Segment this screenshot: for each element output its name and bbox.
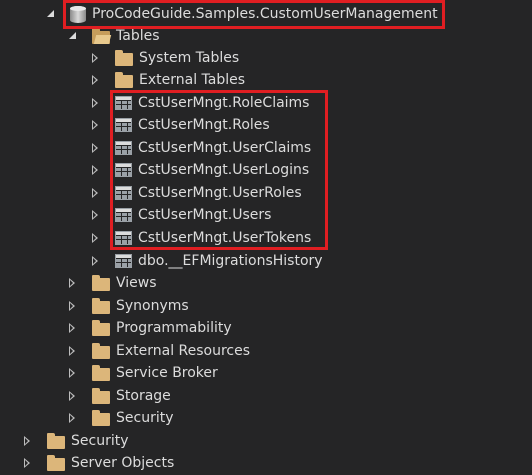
expand-arrow-icon[interactable] — [46, 8, 56, 20]
external-resources-folder-node[interactable]: External Resources — [68, 340, 250, 362]
collapse-arrow-icon[interactable] — [68, 367, 78, 379]
collapse-arrow-icon[interactable] — [23, 435, 33, 447]
collapse-arrow-icon[interactable] — [91, 119, 101, 131]
table-node-userlogins[interactable]: CstUserMngt.UserLogins — [91, 159, 309, 181]
expand-arrow-icon[interactable] — [68, 30, 78, 42]
collapse-arrow-icon[interactable] — [68, 300, 78, 312]
folder-icon — [92, 342, 110, 359]
collapse-arrow-icon[interactable] — [91, 97, 101, 109]
db-security-folder-node[interactable]: Security — [68, 407, 174, 429]
server-security-folder-node[interactable]: Security — [23, 430, 129, 452]
folder-label: Synonyms — [116, 298, 189, 314]
collapse-arrow-icon[interactable] — [68, 390, 78, 402]
external-tables-node[interactable]: External Tables — [91, 69, 245, 91]
tables-folder-node[interactable]: Tables — [68, 25, 160, 47]
database-icon — [70, 5, 86, 23]
collapse-arrow-icon[interactable] — [91, 52, 101, 64]
collapse-arrow-icon[interactable] — [91, 74, 101, 86]
table-node-roles[interactable]: CstUserMngt.Roles — [91, 114, 270, 136]
collapse-arrow-icon[interactable] — [91, 232, 101, 244]
folder-icon — [115, 71, 133, 88]
service-broker-folder-node[interactable]: Service Broker — [68, 362, 218, 384]
external-tables-label: External Tables — [139, 72, 246, 88]
open-folder-icon — [92, 27, 110, 44]
folder-icon — [92, 409, 110, 426]
table-node-usertokens[interactable]: CstUserMngt.UserTokens — [91, 227, 311, 249]
table-label: CstUserMngt.UserRoles — [138, 185, 302, 201]
table-label: CstUserMngt.UserClaims — [138, 140, 312, 156]
storage-folder-node[interactable]: Storage — [68, 385, 171, 407]
folder-icon — [92, 297, 110, 314]
folder-label: Views — [116, 275, 157, 291]
collapse-arrow-icon[interactable] — [91, 255, 101, 267]
server-objects-folder-node[interactable]: Server Objects — [23, 452, 174, 474]
table-icon — [115, 186, 132, 200]
table-icon — [115, 163, 132, 177]
folder-label: Service Broker — [116, 365, 218, 381]
folder-icon — [92, 319, 110, 336]
folder-icon — [47, 432, 65, 449]
folder-icon — [92, 387, 110, 404]
synonyms-folder-node[interactable]: Synonyms — [68, 295, 189, 317]
table-label: CstUserMngt.Users — [138, 207, 272, 223]
folder-label: External Resources — [116, 343, 251, 359]
collapse-arrow-icon[interactable] — [91, 164, 101, 176]
object-explorer-tree: ProCodeGuide.Samples.CustomUserManagemen… — [0, 0, 532, 475]
collapse-arrow-icon[interactable] — [68, 412, 78, 424]
collapse-arrow-icon[interactable] — [91, 209, 101, 221]
table-icon — [115, 231, 132, 245]
system-tables-node[interactable]: System Tables — [91, 47, 239, 69]
database-label: ProCodeGuide.Samples.CustomUserManagemen… — [92, 6, 438, 22]
collapse-arrow-icon[interactable] — [68, 345, 78, 357]
table-label: CstUserMngt.RoleClaims — [138, 95, 310, 111]
table-label: CstUserMngt.Roles — [138, 117, 270, 133]
collapse-arrow-icon[interactable] — [91, 187, 101, 199]
views-folder-node[interactable]: Views — [68, 272, 157, 294]
table-icon — [115, 141, 132, 155]
table-node-users[interactable]: CstUserMngt.Users — [91, 204, 271, 226]
table-label: CstUserMngt.UserLogins — [138, 162, 310, 178]
folder-icon — [92, 274, 110, 291]
database-node[interactable]: ProCodeGuide.Samples.CustomUserManagemen… — [46, 3, 438, 25]
folder-label: Security — [71, 433, 129, 449]
collapse-arrow-icon[interactable] — [68, 277, 78, 289]
folder-label: Security — [116, 410, 174, 426]
table-label: dbo.__EFMigrationsHistory — [138, 253, 323, 269]
table-icon — [115, 118, 132, 132]
table-icon — [115, 254, 132, 268]
programmability-folder-node[interactable]: Programmability — [68, 317, 232, 339]
table-icon — [115, 96, 132, 110]
table-node-roleclaims[interactable]: CstUserMngt.RoleClaims — [91, 92, 309, 114]
table-node-efmigrationshistory[interactable]: dbo.__EFMigrationsHistory — [91, 250, 323, 272]
table-label: CstUserMngt.UserTokens — [138, 230, 312, 246]
collapse-arrow-icon[interactable] — [23, 457, 33, 469]
table-icon — [115, 208, 132, 222]
folder-label: Storage — [116, 388, 171, 404]
collapse-arrow-icon[interactable] — [91, 142, 101, 154]
folder-label: Programmability — [116, 320, 232, 336]
folder-icon — [115, 49, 133, 66]
tables-folder-label: Tables — [116, 28, 160, 44]
folder-icon — [47, 454, 65, 471]
collapse-arrow-icon[interactable] — [68, 322, 78, 334]
table-node-userroles[interactable]: CstUserMngt.UserRoles — [91, 182, 302, 204]
folder-icon — [92, 364, 110, 381]
table-node-userclaims[interactable]: CstUserMngt.UserClaims — [91, 137, 311, 159]
folder-label: Server Objects — [71, 455, 175, 471]
system-tables-label: System Tables — [139, 50, 240, 66]
